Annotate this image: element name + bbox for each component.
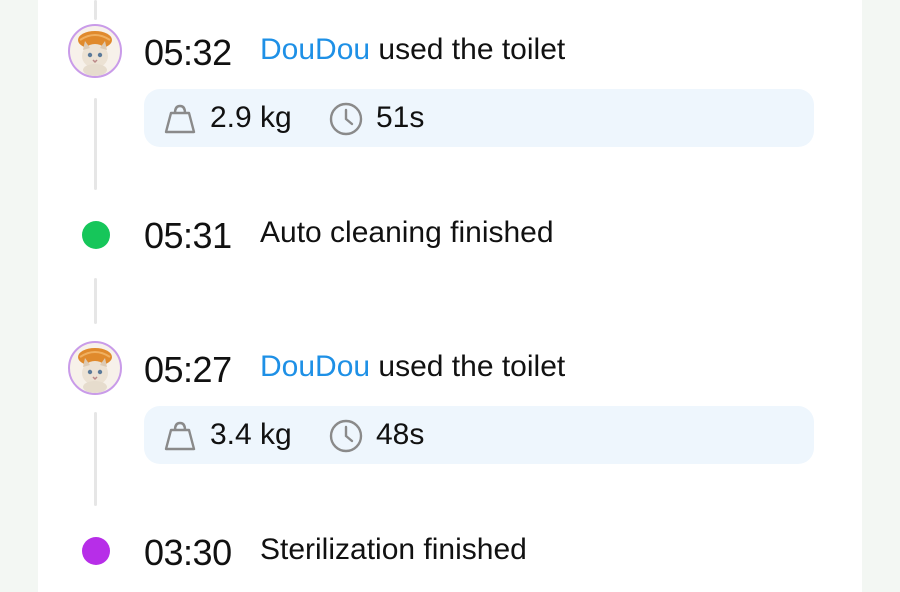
event-time: 05:27 [144, 349, 232, 390]
duration-value: 48s [376, 418, 425, 451]
event-time: 05:31 [144, 215, 232, 256]
clock-icon [329, 419, 363, 453]
status-dot [82, 221, 110, 249]
clock-icon [329, 102, 363, 136]
timeline-line [94, 278, 97, 324]
timeline-line [94, 0, 97, 20]
cat-name-link[interactable]: DouDou [260, 350, 370, 383]
timeline-line [94, 98, 97, 190]
event-time: 03:30 [144, 532, 232, 573]
status-dot [82, 537, 110, 565]
weight-value: 2.9 kg [210, 101, 292, 134]
weight-value: 3.4 kg [210, 418, 292, 451]
cat-name-link[interactable]: DouDou [260, 33, 370, 66]
event-description: Auto cleaning finished [260, 216, 554, 249]
event-time: 05:32 [144, 32, 232, 73]
timeline-line [94, 412, 97, 506]
stats-box: 3.4 kg 48s [144, 406, 814, 464]
stats-box: 2.9 kg 51s [144, 89, 814, 147]
cat-avatar-icon[interactable] [68, 24, 122, 78]
event-action: used the toilet [378, 350, 566, 383]
event-description: DouDou used the toilet [260, 33, 565, 67]
event-description: DouDou used the toilet [260, 350, 565, 384]
weight-icon [164, 104, 196, 134]
cat-avatar-icon[interactable] [68, 341, 122, 395]
event-action: used the toilet [378, 33, 566, 66]
activity-timeline: 05:32 DouDou used the toilet 2.9 kg 51s … [38, 0, 862, 592]
duration-value: 51s [376, 101, 425, 134]
weight-icon [164, 421, 196, 451]
event-description: Sterilization finished [260, 533, 527, 566]
